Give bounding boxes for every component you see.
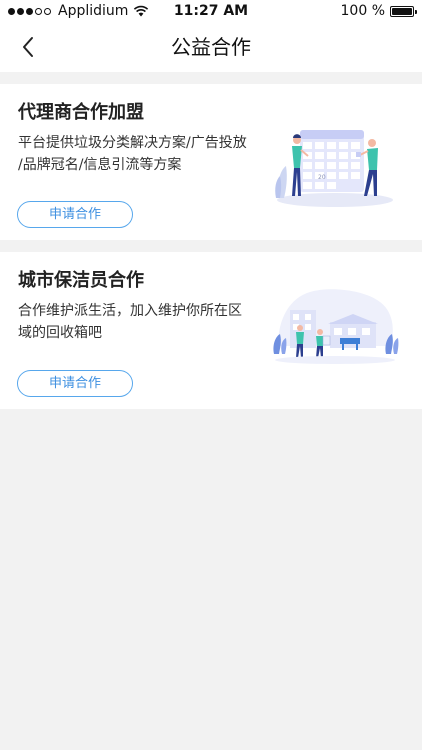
card-description-line: 域的回收箱吧 xyxy=(18,325,102,341)
card-description: 合作维护派生活，加入维护你所在区 域的回收箱吧 xyxy=(18,300,253,344)
status-bar: Applidium 11:27 AM 100 % xyxy=(0,0,422,22)
card-description-line: 合作维护派生活，加入维护你所在区 xyxy=(18,303,242,319)
calendar-team-illustration: 20 xyxy=(275,130,393,207)
battery-percentage: 100 % xyxy=(340,3,385,19)
apply-button[interactable]: 申请合作 xyxy=(17,201,133,228)
back-button[interactable] xyxy=(12,32,44,62)
card-title: 城市保洁员合作 xyxy=(18,270,144,291)
card-description: 平台提供垃圾分类解决方案/广告投放 /品牌冠名/信息引流等方案 xyxy=(18,132,253,176)
page-title: 公益合作 xyxy=(171,35,251,59)
card-description-line: /品牌冠名/信息引流等方案 xyxy=(18,157,182,173)
chevron-left-icon xyxy=(23,37,33,57)
card-cleaner-partnership: 城市保洁员合作 合作维护派生活，加入维护你所在区 域的回收箱吧 申请合作 xyxy=(0,252,422,409)
navigation-bar: 公益合作 xyxy=(0,22,422,72)
calendar-date-text: 20 xyxy=(318,174,326,181)
card-agent-partnership: 代理商合作加盟 平台提供垃圾分类解决方案/广告投放 /品牌冠名/信息引流等方案 … xyxy=(0,84,422,240)
card-description-line: 平台提供垃圾分类解决方案/广告投放 xyxy=(18,135,247,151)
card-title: 代理商合作加盟 xyxy=(18,102,144,123)
city-cleaners-illustration xyxy=(273,289,399,364)
status-right: 100 % xyxy=(340,3,417,19)
apply-button[interactable]: 申请合作 xyxy=(17,370,133,397)
battery-icon xyxy=(390,5,417,17)
